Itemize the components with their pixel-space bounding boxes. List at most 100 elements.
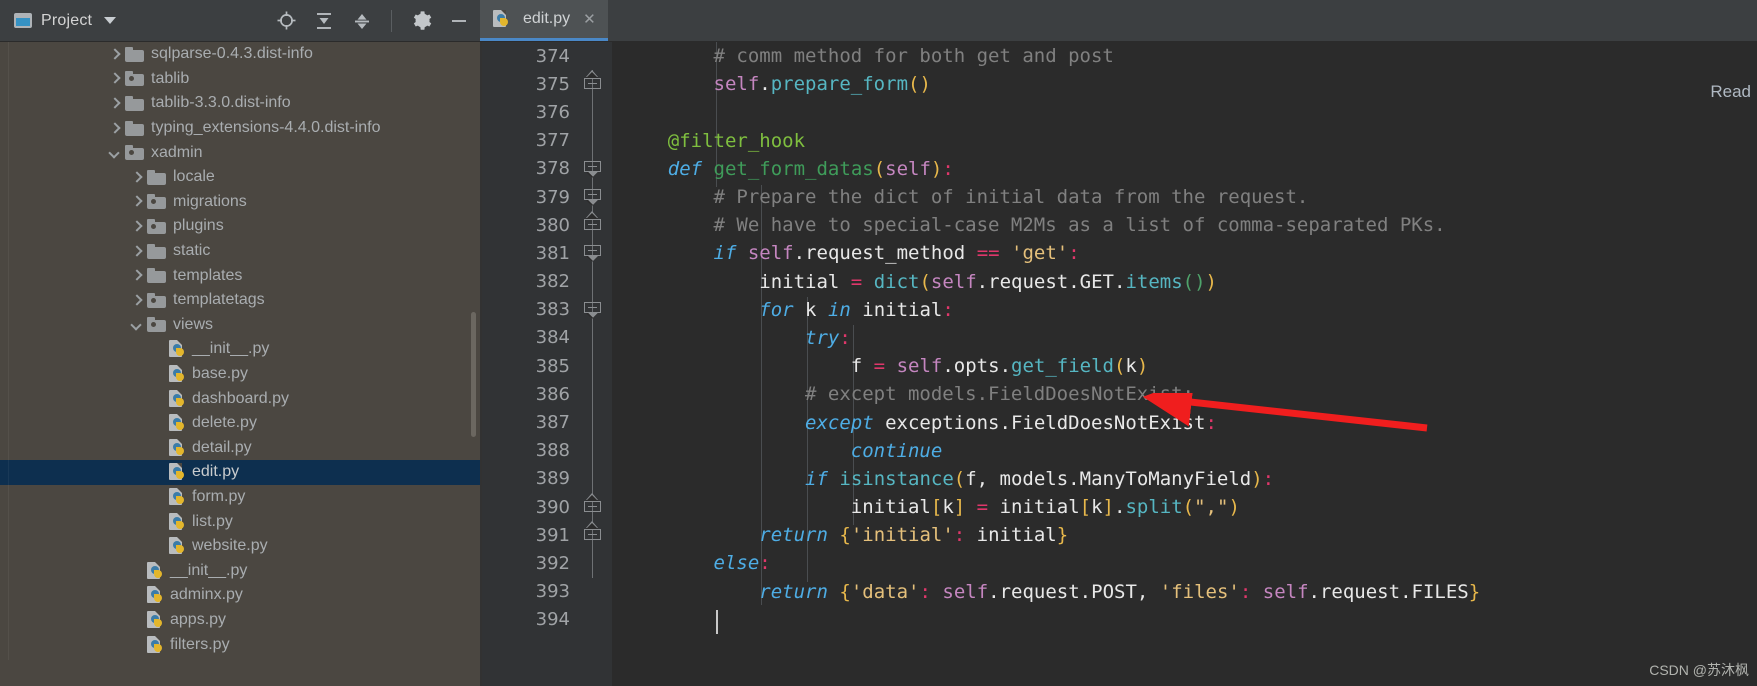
code-line[interactable]: 379 # Prepare the dict of initial data f… xyxy=(482,182,1757,212)
source-folder-icon xyxy=(147,218,166,234)
tree-item-label: __init__.py xyxy=(170,561,248,579)
tree-item-migrations[interactable]: migrations xyxy=(0,190,480,215)
code-fold-marker[interactable] xyxy=(574,295,612,324)
code-fold-marker[interactable] xyxy=(574,493,612,522)
select-opened-file-icon[interactable] xyxy=(275,10,297,32)
chevron-right-icon[interactable] xyxy=(130,195,143,208)
code-fold-marker[interactable] xyxy=(574,521,612,550)
tree-item-base-py[interactable]: base.py xyxy=(0,362,480,387)
tree-item-xadmin[interactable]: xadmin xyxy=(0,140,480,165)
tree-item-form-py[interactable]: form.py xyxy=(0,485,480,510)
tree-item-typing-extensions-4-4-0-dist-info[interactable]: typing_extensions-4.4.0.dist-info xyxy=(0,116,480,141)
code-line[interactable]: 378 def get_form_datas(self): xyxy=(482,154,1757,183)
code-text: initial = dict(self.request.GET.items()) xyxy=(622,270,1217,293)
fold-gutter xyxy=(574,436,612,465)
chevron-right-icon[interactable] xyxy=(130,294,143,307)
code-line[interactable]: 388 continue xyxy=(482,436,1757,465)
folder-icon xyxy=(125,46,144,62)
tree-item-website-py[interactable]: website.py xyxy=(0,534,480,559)
code-line[interactable]: 394 xyxy=(482,606,1757,634)
tree-item-delete-py[interactable]: delete.py xyxy=(0,411,480,436)
tree-item-detail-py[interactable]: detail.py xyxy=(0,436,480,461)
tree-item-locale[interactable]: locale xyxy=(0,165,480,190)
code-line[interactable]: 377 @filter_hook xyxy=(482,126,1757,155)
tree-item-list-py[interactable]: list.py xyxy=(0,509,480,534)
code-fold-marker[interactable] xyxy=(574,239,612,268)
chevron-right-icon[interactable] xyxy=(108,122,121,135)
tree-item-label: migrations xyxy=(173,192,247,210)
fold-gutter xyxy=(574,98,612,127)
code-fold-marker[interactable] xyxy=(574,154,612,183)
code-line[interactable]: 392 else: xyxy=(482,549,1757,578)
chevron-right-icon[interactable] xyxy=(130,220,143,233)
tree-item-sqlparse-0-4-3-dist-info[interactable]: sqlparse-0.4.3.dist-info xyxy=(0,42,480,67)
hide-tool-window-icon[interactable] xyxy=(448,10,470,32)
fold-gutter xyxy=(574,578,612,606)
code-fold-marker[interactable] xyxy=(574,211,612,240)
code-text: for k in initial: xyxy=(759,298,954,321)
collapse-all-icon[interactable] xyxy=(351,10,373,32)
code-line[interactable]: 389 if isinstance(f, models.ManyToManyFi… xyxy=(482,464,1757,493)
main-body: sqlparse-0.4.3.dist-info tablib tablib-3.3… xyxy=(0,42,1757,686)
tree-item-static[interactable]: static xyxy=(0,239,480,264)
tree-item-plugins[interactable]: plugins xyxy=(0,214,480,239)
code-line[interactable]: 374 # comm method for both get and post xyxy=(482,42,1757,70)
folder-icon xyxy=(125,120,144,136)
chevron-down-icon[interactable] xyxy=(104,17,117,24)
code-line[interactable]: 384 try: xyxy=(482,323,1757,353)
chevron-right-icon[interactable] xyxy=(130,245,143,258)
expand-all-icon[interactable] xyxy=(313,10,335,32)
source-folder-icon xyxy=(147,194,166,210)
tree-item-templates[interactable]: templates xyxy=(0,263,480,288)
code-line[interactable]: 382 initial = dict(self.request.GET.item… xyxy=(482,267,1757,296)
tab-edit-py[interactable]: edit.py ✕ xyxy=(480,0,608,41)
chevron-right-icon[interactable] xyxy=(108,48,121,61)
tree-item-dashboard-py[interactable]: dashboard.py xyxy=(0,386,480,411)
project-tree-panel[interactable]: sqlparse-0.4.3.dist-info tablib tablib-3.3… xyxy=(0,42,480,686)
code-fold-marker[interactable] xyxy=(574,182,612,212)
code-lines[interactable]: 374 # comm method for both get and post 3… xyxy=(482,42,1757,686)
chevron-right-icon[interactable] xyxy=(108,97,121,110)
tree-item-label: templates xyxy=(173,266,243,284)
watermark: CSDN @苏沐枫 xyxy=(1649,662,1749,678)
chevron-down-icon[interactable] xyxy=(130,318,143,331)
code-line[interactable]: 375 self.prepare_form() xyxy=(482,70,1757,99)
tree-item-adminx-py[interactable]: adminx.py xyxy=(0,583,480,608)
code-text: else: xyxy=(713,552,771,575)
code-line[interactable]: 387 except exceptions.FieldDoesNotExist: xyxy=(482,408,1757,437)
tree-item-templatetags[interactable]: templatetags xyxy=(0,288,480,313)
tree-item--init-py[interactable]: __init__.py xyxy=(0,337,480,362)
code-line[interactable]: 381 if self.request_method == 'get': xyxy=(482,239,1757,268)
code-line[interactable]: 383 for k in initial: xyxy=(482,295,1757,324)
toolbar-separator xyxy=(391,9,392,32)
project-tree-scrollbar[interactable] xyxy=(471,312,476,437)
chevron-right-icon[interactable] xyxy=(130,171,143,184)
project-window-selector[interactable]: Project xyxy=(14,12,117,30)
tree-item-apps-py[interactable]: apps.py xyxy=(0,608,480,633)
code-line[interactable]: 386 # except models.FieldDoesNotExist: xyxy=(482,380,1757,409)
chevron-right-icon[interactable] xyxy=(108,72,121,85)
chevron-down-icon[interactable] xyxy=(108,146,121,159)
code-line[interactable]: 385 f = self.opts.get_field(k) xyxy=(482,352,1757,381)
tree-item-edit-py[interactable]: edit.py xyxy=(0,460,480,485)
code-line[interactable]: 380 # We have to special-case M2Ms as a … xyxy=(482,211,1757,240)
code-line[interactable]: 376 xyxy=(482,98,1757,127)
tree-item--init-py[interactable]: __init__.py xyxy=(0,558,480,583)
code-line[interactable]: 393 return {'data': self.request.POST, '… xyxy=(482,578,1757,606)
settings-gear-icon[interactable] xyxy=(410,10,432,32)
python-file-icon xyxy=(169,389,186,408)
tree-item-tablib-3-3-0-dist-info[interactable]: tablib-3.3.0.dist-info xyxy=(0,91,480,116)
code-line[interactable]: 391 return {'initial': initial} xyxy=(482,521,1757,550)
close-icon[interactable]: ✕ xyxy=(583,12,596,27)
code-fold-marker[interactable] xyxy=(574,70,612,99)
tree-item-tablib[interactable]: tablib xyxy=(0,67,480,92)
tree-item-label: __init__.py xyxy=(192,340,270,358)
chevron-right-icon[interactable] xyxy=(130,269,143,282)
code-line[interactable]: 390 initial[k] = initial[k].split(",") xyxy=(482,493,1757,522)
source-folder-icon xyxy=(125,71,144,87)
tree-item-label: apps.py xyxy=(170,610,227,628)
tree-item-views[interactable]: views xyxy=(0,313,480,338)
tree-item-filters-py[interactable]: filters.py xyxy=(0,632,480,657)
fold-gutter xyxy=(574,267,612,296)
code-editor[interactable]: 374 # comm method for both get and post 3… xyxy=(482,42,1757,686)
